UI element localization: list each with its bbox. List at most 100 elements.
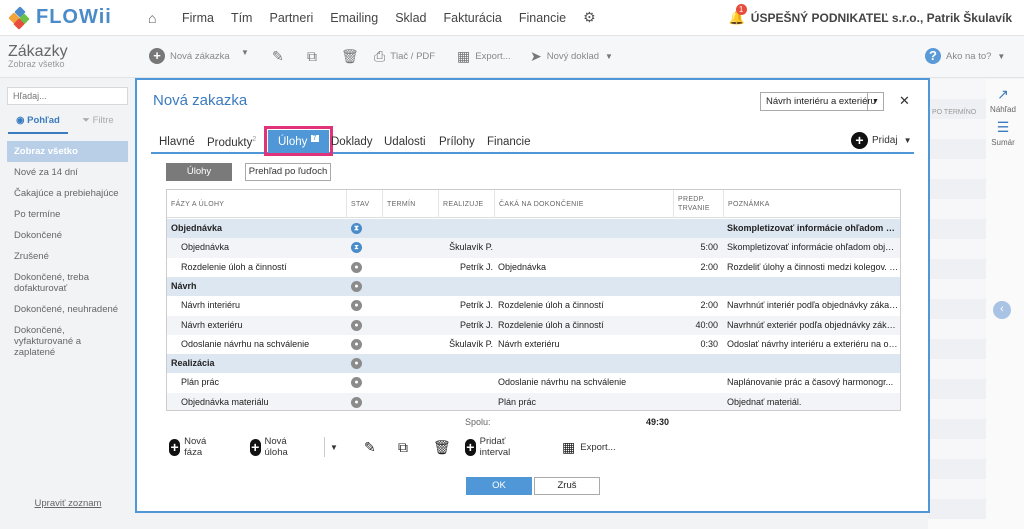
new-document-button[interactable]: ➤ Nový doklad ▼ [530,48,613,65]
edit-task-button[interactable]: ✎ [364,437,376,457]
account-name[interactable]: ÚSPEŠNÝ PODNIKATEĽ s.r.o., Patrik Škulav… [751,11,1012,25]
printer-icon: ⎙ [374,48,386,64]
trash-icon: 🗑 [433,438,451,455]
new-task-dropdown[interactable]: ▼ [324,437,338,457]
export-button[interactable]: ▦ Export... [457,48,511,65]
table-row[interactable]: Rozdelenie úloh a činností Petrík J. Objed… [167,258,900,277]
col-phases-tasks[interactable]: FÁZY A ÚLOHY [167,190,346,218]
tab-finance[interactable]: Financie [487,136,530,148]
logo-mark-icon [8,5,30,30]
table-row[interactable]: Objednávka Škulavík P. 5:00 Skompletizovať … [167,238,900,258]
preview-button[interactable]: ↗ Náhľad [983,86,1023,114]
cell-note: Navrhnúť interiér podľa objednávky zákaz… [727,300,899,311]
table-row[interactable]: Objednávka materiálu Plán prác Objednať ma… [167,392,900,410]
table-row[interactable]: Plán prác Odoslanie návrhu na schválenie N… [167,373,900,392]
tab-label: Financie [487,136,531,148]
table-row[interactable]: Návrh interiéru Petrík J. Rozdelenie úloh … [167,296,900,315]
col-note[interactable]: POZNÁMKA [723,190,900,218]
sidebar-item-done-invoice[interactable]: Dokončené, treba dofakturovať [7,267,128,299]
cell-assignee: Petrík J. [459,261,493,272]
nav-item-partneri[interactable]: Partneri [269,11,313,25]
col-duration[interactable]: PREDP. TRVANIE [673,190,723,218]
sidebar-item-overdue[interactable]: Po termíne [7,204,128,225]
sidebar-search-input[interactable] [7,87,128,105]
status-icon[interactable]: ● [351,319,362,331]
tab-tasks[interactable]: Úlohy 7 [264,126,333,156]
status-icon[interactable]: ● [351,300,362,312]
edit-list-link[interactable]: Upraviť zoznam [0,498,136,509]
close-icon[interactable]: ✕ [899,93,910,109]
add-interval-button[interactable]: + Pridať interval [465,436,517,458]
template-select[interactable]: Návrh interiéru a exteriéru ▼ [760,92,884,111]
new-task-button[interactable]: + Nová úloha [250,436,294,458]
nav-item-fakturacia[interactable]: Fakturácia [443,11,501,25]
plus-icon: + [149,48,165,64]
subtab-people-overview[interactable]: Prehľad po ľuďoch [245,163,331,181]
sidebar-item-new-14[interactable]: Nové za 14 dní [7,162,128,183]
status-icon[interactable]: ● [351,358,362,370]
status-icon[interactable]: ● [351,377,362,389]
export-tasks-button[interactable]: ▦ Export... [562,437,616,457]
table-group-row[interactable]: Realizácia ● [167,354,900,374]
cell-task-name: Návrh interiéru [181,300,241,311]
collapse-arrow-icon[interactable]: ‹ [993,301,1011,319]
account-area[interactable]: 🔔 1 ÚSPEŠNÝ PODNIKATEĽ s.r.o., Patrik Šku… [729,0,1012,36]
col-waits-for[interactable]: ČAKÁ NA DOKONČENIE [494,190,673,218]
sidebar-item-all[interactable]: Zobraz všetko [7,141,128,162]
cancel-button[interactable]: Zruš [534,477,600,495]
tab-events[interactable]: Udalosti [384,136,426,148]
new-phase-button[interactable]: + Nová fáza [169,436,212,458]
delete-task-button[interactable]: 🗑 [433,437,451,457]
cell-task-name: Návrh [171,280,197,291]
new-order-button[interactable]: + Nová zákazka [149,48,230,64]
nav-item-firma[interactable]: Firma [182,11,214,25]
add-button[interactable]: + Pridaj ▼ [851,132,912,149]
copy-button[interactable]: ⧉ [307,48,317,65]
status-icon[interactable]: ● [351,280,362,292]
sidebar-item-done-unpaid[interactable]: Dokončené, neuhradené [7,299,128,320]
tab-products[interactable]: Produkty2 [207,136,256,149]
flowii-logo[interactable]: FLOWii [8,5,138,30]
sidebar-item-cancelled[interactable]: Zrušené [7,246,128,267]
cell-assignee: Petrík J. [459,300,493,311]
hourglass-icon[interactable]: ⧗ [351,223,362,234]
ok-button[interactable]: OK [466,477,532,495]
sidebar-item-done[interactable]: Dokončené [7,225,128,246]
nav-item-tim[interactable]: Tím [231,11,253,25]
nav-item-emailing[interactable]: Emailing [330,11,378,25]
col-assignee[interactable]: REALIZUJE [438,190,494,218]
table-row[interactable]: Návrh exteriéru Petrík J. Rozdelenie úloh … [167,315,900,335]
edit-button[interactable]: ✎ [272,48,284,65]
status-icon[interactable]: ● [351,338,362,350]
subtab-tasks[interactable]: Úlohy [166,163,232,181]
pencil-icon: ✎ [364,438,376,455]
table-row[interactable]: Odoslanie návrhu na schválenie Škulavík P… [167,335,900,354]
col-deadline[interactable]: TERMÍN [382,190,438,218]
nav-item-financie[interactable]: Financie [519,11,566,25]
sidebar-item-done-paid[interactable]: Dokončené, vyfakturované a zaplatené [7,320,128,363]
col-status[interactable]: STAV [346,190,382,218]
copy-task-button[interactable]: ⧉ [398,437,408,457]
total-label: Spolu: [465,417,491,427]
tab-filter[interactable]: ⏷ Filtre [68,115,128,134]
tab-attachments[interactable]: Prílohy [439,136,475,148]
help-button[interactable]: ? Ako na to? ▼ [925,48,1005,64]
bell-icon[interactable]: 🔔 1 [729,4,747,26]
tab-main[interactable]: Hlavné [159,136,195,148]
summary-button[interactable]: ☰ Sumár [983,119,1023,147]
print-button[interactable]: ⎙ Tlač / PDF [374,48,435,65]
new-order-dropdown[interactable]: ▼ [235,48,249,57]
hourglass-icon[interactable]: ⧗ [351,242,362,254]
tab-view[interactable]: ◉ Pohľad [8,115,68,134]
nav-item-sklad[interactable]: Sklad [395,11,426,25]
tab-documents[interactable]: Doklady [331,136,373,148]
sidebar-item-waiting[interactable]: Čakajúce a prebiehajúce [7,183,128,204]
status-icon[interactable]: ● [351,261,362,273]
status-icon[interactable]: ● [351,396,362,408]
gear-icon[interactable]: ⚙ [583,9,596,26]
table-group-row[interactable]: Objednávka Skompletizovať informácie ohľa… [167,219,900,239]
toolbar: Zákazky Zobraz všetko + Nová zákazka ▼ ✎… [0,36,1024,78]
table-group-row[interactable]: Návrh ● [167,276,900,297]
delete-button[interactable]: 🗑 [341,48,359,65]
home-icon[interactable]: ⌂ [148,10,164,26]
